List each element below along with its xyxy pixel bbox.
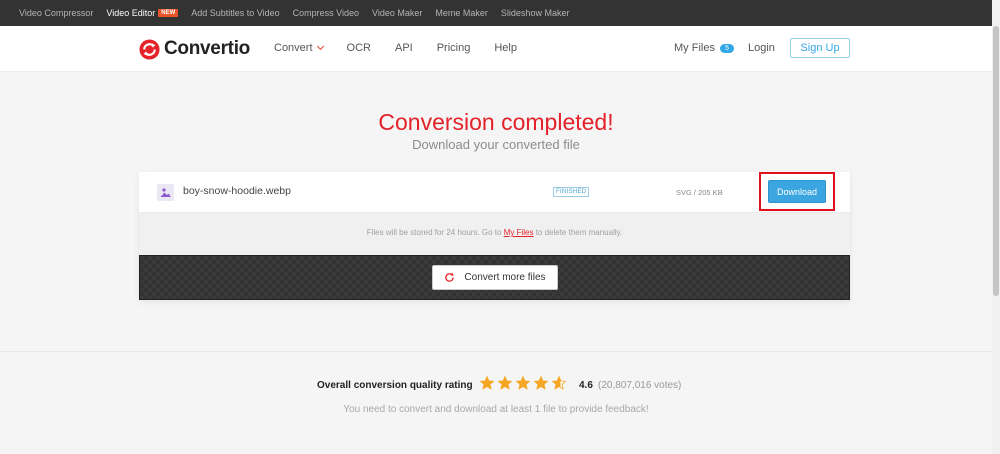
tool-link-add-subtitles[interactable]: Add Subtitles to Video [191,8,279,18]
nav-ocr[interactable]: OCR [347,42,371,54]
convert-more-panel: Convert more files [139,255,850,300]
star-icon[interactable] [552,376,566,390]
scrollbar-thumb[interactable] [993,26,999,296]
tool-link-video-compressor[interactable]: Video Compressor [19,8,93,18]
star-icon[interactable] [498,376,512,390]
nav-convert[interactable]: Convert [274,42,324,54]
star-icon[interactable] [480,376,494,390]
my-files-label: My Files [674,42,715,54]
nav-api[interactable]: API [395,42,413,54]
nav-pricing[interactable]: Pricing [437,42,471,54]
page-title: Conversion completed! [378,109,614,135]
my-files-inline-link[interactable]: My Files [504,228,534,237]
new-badge: NEW [158,9,179,17]
my-files-link[interactable]: My Files 5 [674,42,734,54]
rating-score: 4.6 [579,380,593,391]
nav-convert-label: Convert [274,42,313,54]
rating-votes: (20,807,016 votes) [598,380,682,391]
tool-link-video-maker[interactable]: Video Maker [372,8,422,18]
tool-link-meme-maker[interactable]: Meme Maker [435,8,488,18]
download-button[interactable]: Download [768,180,826,203]
logo-text: Convertio [164,38,250,59]
star-icon[interactable] [534,376,548,390]
star-icon[interactable] [516,376,530,390]
section-divider [0,351,992,352]
tool-link-video-editor[interactable]: Video Editor NEW [106,8,179,18]
chevron-down-icon [316,42,324,51]
top-tools-bar: Video Compressor Video Editor NEW Add Sub… [0,0,992,26]
site-header: Convertio Convert OCR API Pricing Help M… [0,26,992,72]
status-badge: FINISHED [553,187,590,197]
file-row: boy-snow-hoodie.webp FINISHED SVG / 205 … [139,172,850,213]
login-link[interactable]: Login [748,42,775,54]
image-file-icon [157,184,174,201]
main-nav: Convert OCR API Pricing Help [274,42,541,54]
tool-link-slideshow-maker[interactable]: Slideshow Maker [501,8,570,18]
rating-label: Overall conversion quality rating [317,380,473,391]
feedback-note: You need to convert and download at leas… [343,404,649,415]
file-name: boy-snow-hoodie.webp [183,185,291,197]
file-size: SVG / 205 KB [676,188,723,197]
page-scrollbar[interactable] [992,0,1000,454]
signup-button[interactable]: Sign Up [790,38,850,58]
rating-stars [480,376,570,390]
my-files-count-badge: 5 [719,43,734,53]
storage-note: Files will be stored for 24 hours. Go to… [139,228,850,237]
convert-more-button[interactable]: Convert more files [432,265,558,290]
convert-more-label: Convert more files [464,272,546,283]
storage-note-text: Files will be stored for 24 hours. Go to [366,228,504,237]
refresh-icon [445,272,455,282]
nav-help[interactable]: Help [494,42,517,54]
logo[interactable]: Convertio [139,38,250,60]
convertio-logo-icon [139,38,160,60]
storage-note-text-end: to delete them manually. [533,228,623,237]
page-subtitle: Download your converted file [412,137,580,152]
tool-link-compress-video[interactable]: Compress Video [293,8,359,18]
tool-link-label: Video Editor [106,8,156,18]
conversion-card: boy-snow-hoodie.webp FINISHED SVG / 205 … [139,172,850,300]
